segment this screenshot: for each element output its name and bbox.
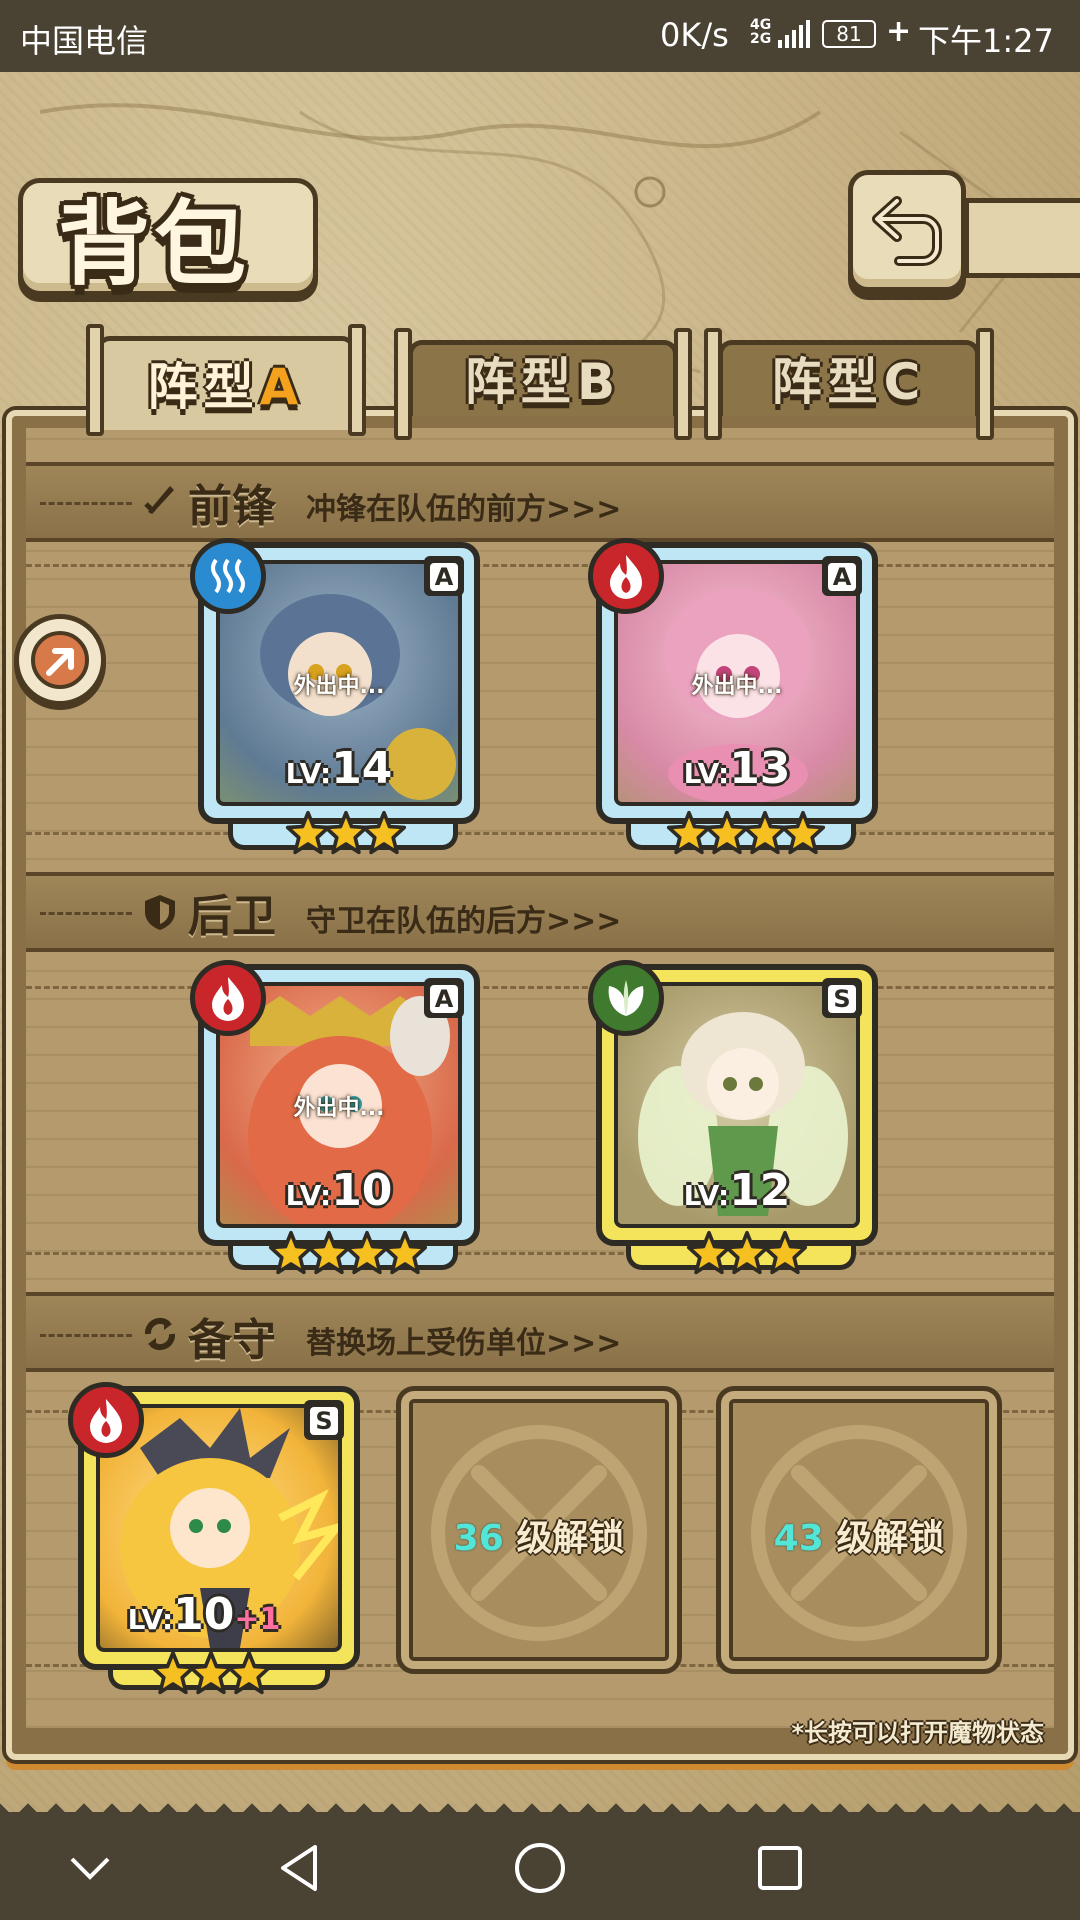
status-bar: 中国电信 0K/s 4G 2G 81 + 下午1:27 — [0, 0, 1080, 86]
hide-nav-button[interactable] — [60, 1838, 120, 1898]
battery-indicator: 81 — [822, 20, 876, 48]
locked-slot-2[interactable]: 43 级解锁 — [716, 1386, 1002, 1674]
away-status: 外出中... — [293, 1096, 385, 1121]
tab-label: 阵型A — [147, 358, 305, 416]
signal-icon — [778, 20, 810, 48]
shelf-row — [26, 1252, 1054, 1262]
section-divider — [40, 912, 132, 915]
square-recents-icon — [758, 1846, 802, 1890]
tab-label: 阵型C — [771, 353, 927, 411]
charging-icon: + — [886, 14, 912, 49]
return-arrow-icon — [872, 196, 942, 266]
level-label: LV:10+1 — [127, 1589, 281, 1640]
level-label: LV:14 — [285, 743, 393, 794]
rank-badge: A — [822, 556, 862, 596]
star-rating — [285, 810, 407, 856]
unlock-level-text: 43 级解锁 — [773, 1518, 945, 1559]
tab-post — [674, 328, 692, 440]
fire-element-icon — [190, 960, 266, 1036]
tab-post — [348, 324, 366, 436]
level-label: LV:10 — [285, 1165, 393, 1216]
star-icon — [361, 810, 407, 855]
rank-badge: S — [304, 1400, 344, 1440]
rank-badge: A — [424, 978, 464, 1018]
water-element-icon — [190, 538, 266, 614]
grass-element-icon — [588, 960, 664, 1036]
section-subtitle-back: 守卫在队伍的后方>>> — [306, 904, 622, 939]
clock: 下午1:27 — [918, 22, 1054, 60]
back-button[interactable] — [848, 170, 966, 292]
level-label: LV:12 — [683, 1165, 791, 1216]
network-type: 4G 2G — [750, 17, 772, 47]
section-divider — [40, 502, 132, 505]
tab-post — [704, 328, 722, 440]
star-icon — [780, 810, 826, 855]
section-subtitle-front: 冲锋在队伍的前方>>> — [306, 492, 622, 527]
star-rating — [666, 810, 826, 856]
section-title-front: 前锋 — [188, 481, 276, 532]
shelf-row — [26, 564, 1054, 864]
locked-slot-1[interactable]: 36 级解锁 — [396, 1386, 682, 1674]
tab-formation-c[interactable]: 阵型C — [704, 328, 994, 440]
carrier-label: 中国电信 — [20, 22, 149, 60]
page-title: 背包 — [58, 191, 251, 298]
circle-home-icon — [515, 1843, 565, 1893]
long-press-hint: *长按可以打开魔物状态 — [791, 1719, 1044, 1747]
shelf-row — [26, 832, 1054, 842]
section-title-reserve: 备守 — [188, 1315, 276, 1366]
rank-badge: A — [424, 556, 464, 596]
fire-element-icon — [68, 1382, 144, 1458]
nav-home-button[interactable] — [510, 1838, 570, 1898]
star-rating — [150, 1650, 272, 1696]
swap-icon — [144, 1317, 176, 1351]
tab-post — [86, 324, 104, 436]
away-status: 外出中... — [293, 674, 385, 699]
tab-formation-a[interactable]: 阵型A — [86, 324, 366, 436]
rank-badge: S — [822, 978, 862, 1018]
nav-recents-button[interactable] — [750, 1838, 810, 1898]
back-button-rail — [964, 198, 1080, 278]
navigation-bar — [0, 1798, 1080, 1920]
chevron-down-icon — [70, 1857, 110, 1880]
shield-icon — [145, 895, 175, 930]
star-rating — [268, 1230, 428, 1276]
unlock-level-text: 36 级解锁 — [453, 1518, 625, 1559]
triangle-back-icon — [281, 1845, 317, 1891]
tab-post — [976, 328, 994, 440]
network-speed: 0K/s — [660, 16, 729, 54]
star-icon — [762, 1230, 808, 1275]
sword-icon — [144, 486, 174, 514]
section-title-back: 后卫 — [188, 891, 276, 942]
star-icon — [226, 1650, 272, 1695]
nav-back-button[interactable] — [270, 1838, 330, 1898]
shelf-row — [26, 986, 1054, 1286]
tab-post — [394, 328, 412, 440]
level-label: LV:13 — [683, 743, 791, 794]
tab-formation-b[interactable]: 阵型B — [394, 328, 692, 440]
star-icon — [382, 1230, 428, 1275]
section-divider — [40, 1334, 132, 1337]
section-subtitle-reserve: 替换场上受伤单位>>> — [306, 1326, 622, 1361]
tab-label: 阵型B — [464, 353, 622, 411]
fire-element-icon — [588, 538, 664, 614]
star-rating — [686, 1230, 808, 1276]
nav-bar-edge — [0, 1798, 1080, 1814]
away-status: 外出中... — [691, 674, 783, 699]
